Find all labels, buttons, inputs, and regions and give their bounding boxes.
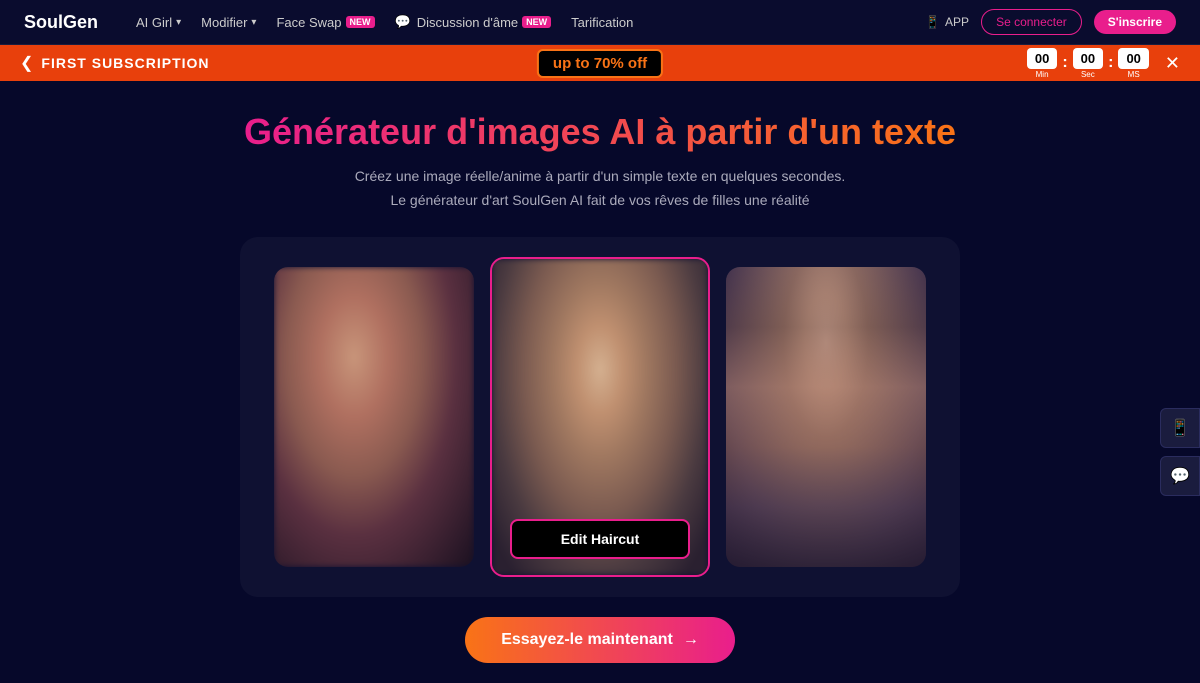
signup-button[interactable]: S'inscrire [1094, 10, 1176, 34]
face-overlay [726, 267, 926, 567]
nav-item-modifier[interactable]: Modifier ▾ [201, 15, 256, 30]
hero-section: Générateur d'images AI à partir d'un tex… [0, 81, 1200, 683]
card-center: Edit Haircut [490, 257, 710, 577]
timer-hours: 00 Min [1027, 48, 1057, 79]
nav-right: 📱 APP Se connecter S'inscrire [925, 9, 1176, 35]
try-now-button[interactable]: Essayez-le maintenant → [465, 617, 735, 663]
nav-item-ai-girl[interactable]: AI Girl ▾ [136, 15, 181, 30]
promo-banner: ❮ FIRST SUBSCRIPTION up to 70% off 00 Mi… [0, 45, 1200, 81]
try-button-wrapper: Essayez-le maintenant → [465, 617, 735, 663]
nav-links: AI Girl ▾ Modifier ▾ Face Swap NEW 💬 Dis… [136, 14, 897, 30]
card-right [726, 267, 926, 567]
promo-timer: 00 Min : 00 Sec : 00 MS ✕ [1027, 48, 1180, 79]
promo-left: ❮ FIRST SUBSCRIPTION [20, 53, 210, 73]
phone-icon: 📱 [925, 15, 940, 29]
cards-container: Edit Haircut [240, 237, 960, 597]
prev-arrow[interactable]: ❮ [20, 53, 33, 73]
phone-side-icon: 📱 [1170, 418, 1190, 438]
discussion-icon: 💬 [395, 14, 411, 30]
new-badge: NEW [346, 16, 375, 28]
navbar: SoulGen AI Girl ▾ Modifier ▾ Face Swap N… [0, 0, 1200, 45]
promo-offer[interactable]: up to 70% off [537, 49, 663, 78]
nav-item-discussion[interactable]: 💬 Discussion d'âme NEW [395, 14, 552, 30]
nav-item-face-swap[interactable]: Face Swap NEW [276, 15, 374, 30]
timer-minutes: 00 Sec [1073, 48, 1103, 79]
logo[interactable]: SoulGen [24, 12, 98, 33]
timer-separator-2: : [1108, 55, 1113, 71]
app-button[interactable]: 📱 APP [925, 15, 969, 29]
timer-seconds: 00 MS [1118, 48, 1148, 79]
login-button[interactable]: Se connecter [981, 9, 1082, 35]
arrow-icon: → [683, 631, 699, 649]
side-buttons: 📱 💬 [1160, 408, 1200, 496]
hero-subtitle: Créez une image réelle/anime à partir d'… [355, 165, 846, 213]
chat-side-icon: 💬 [1170, 466, 1190, 486]
offer-value: 70% [594, 55, 624, 72]
hero-title: Générateur d'images AI à partir d'un tex… [244, 111, 956, 153]
nav-item-tarification[interactable]: Tarification [571, 15, 633, 30]
chat-side-button[interactable]: 💬 [1160, 456, 1200, 496]
image-blurred-left [274, 267, 474, 567]
chevron-down-icon: ▾ [176, 17, 181, 28]
timer-separator: : [1062, 55, 1067, 71]
chevron-down-icon: ▾ [251, 17, 256, 28]
edit-haircut-button[interactable]: Edit Haircut [510, 519, 690, 559]
app-side-button[interactable]: 📱 [1160, 408, 1200, 448]
promo-title: FIRST SUBSCRIPTION [41, 55, 209, 71]
close-button[interactable]: ✕ [1165, 54, 1180, 72]
card-left [274, 267, 474, 567]
new-badge-discussion: NEW [522, 16, 551, 28]
